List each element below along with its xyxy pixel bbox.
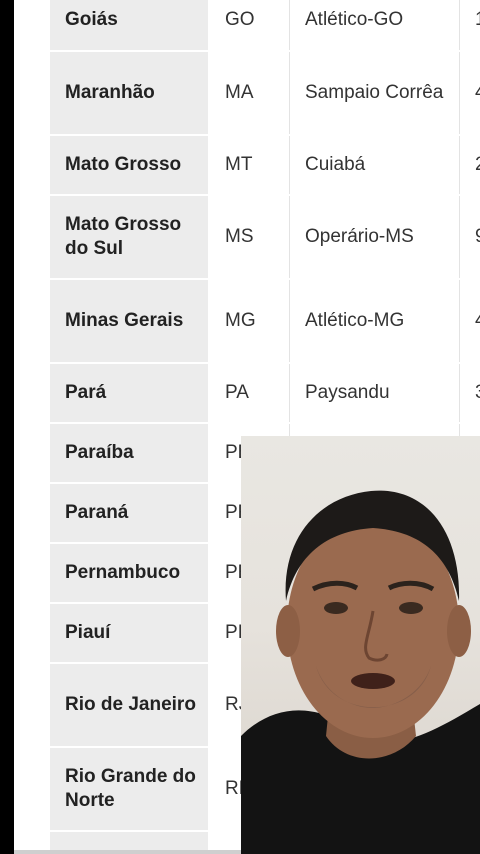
uf-cell: PA	[210, 364, 290, 422]
uf-cell: MT	[210, 136, 290, 194]
state-cell: Paraná	[50, 484, 210, 542]
state-cell: Rio de Janeiro	[50, 664, 210, 746]
number-cell: 2	[460, 136, 480, 194]
state-cell: Paraíba	[50, 424, 210, 482]
table-row: Pará PA Paysandu 3	[50, 364, 480, 424]
number-cell: 4	[460, 52, 480, 134]
state-cell: Pernambuco	[50, 544, 210, 602]
number-cell: 3	[460, 364, 480, 422]
state-cell: Mato Grosso do Sul	[50, 196, 210, 278]
club-cell: Atlético-MG	[290, 280, 460, 362]
club-cell: Operário-MS	[290, 196, 460, 278]
uf-cell: MA	[210, 52, 290, 134]
state-cell: Pará	[50, 364, 210, 422]
number-cell: 4	[460, 280, 480, 362]
club-cell: Sampaio Corrêa	[290, 52, 460, 134]
uf-cell: MG	[210, 280, 290, 362]
state-cell: Mato Grosso	[50, 136, 210, 194]
state-cell: Minas Gerais	[50, 280, 210, 362]
club-cell: Atlético-GO	[290, 0, 460, 50]
club-cell: Paysandu	[290, 364, 460, 422]
video-overlay[interactable]	[241, 436, 480, 854]
person-facecam-icon	[241, 490, 480, 854]
table-row: Mato Grosso MT Cuiabá 2	[50, 136, 480, 196]
state-cell: Piauí	[50, 604, 210, 662]
table-row: Goiás GO Atlético-GO 1	[50, 0, 480, 52]
number-cell: 1	[460, 0, 480, 50]
table-row: Maranhão MA Sampaio Corrêa 4	[50, 52, 480, 136]
club-cell: Cuiabá	[290, 136, 460, 194]
uf-cell: GO	[210, 0, 290, 50]
number-cell: 9	[460, 196, 480, 278]
state-cell: Rio Grande do Norte	[50, 748, 210, 830]
table-row: Minas Gerais MG Atlético-MG 4	[50, 280, 480, 364]
state-cell: Maranhão	[50, 52, 210, 134]
table-row: Mato Grosso do Sul MS Operário-MS 9	[50, 196, 480, 280]
state-cell: Goiás	[50, 0, 210, 50]
uf-cell: MS	[210, 196, 290, 278]
